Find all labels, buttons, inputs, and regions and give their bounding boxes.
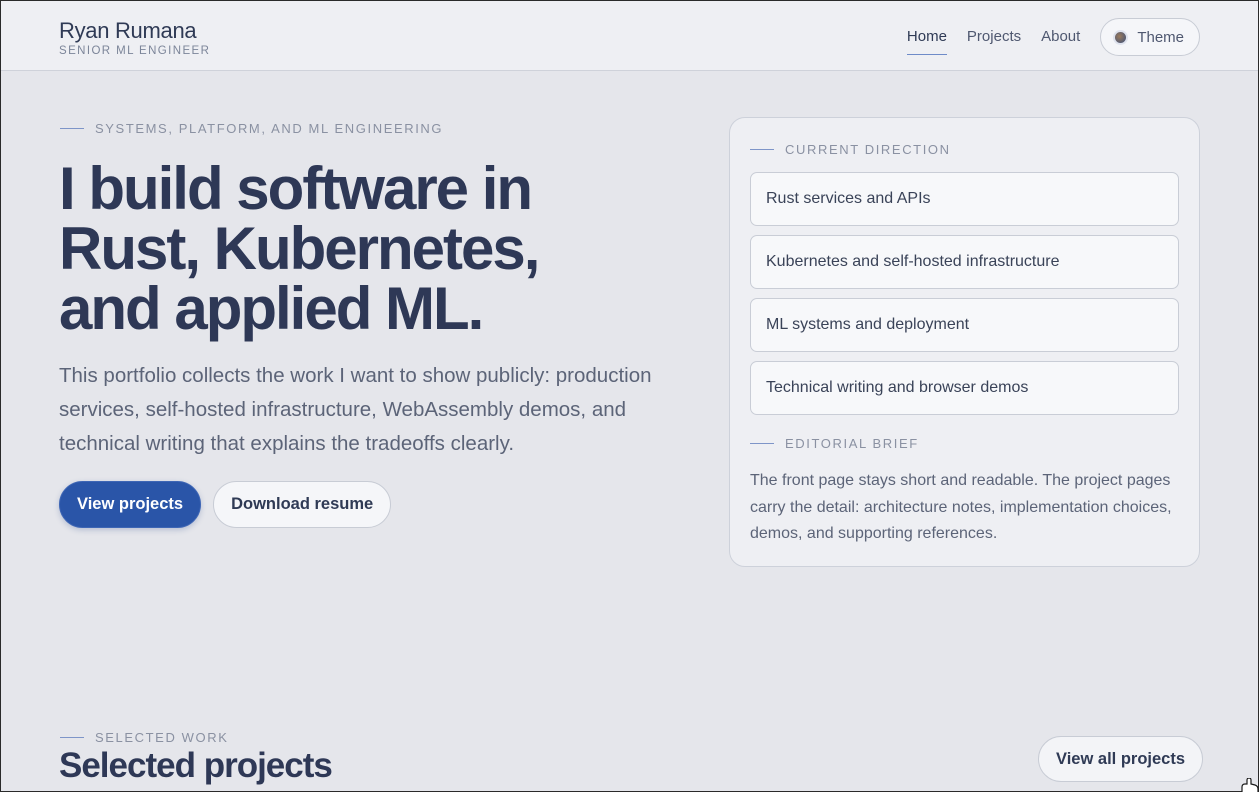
editorial-brief-text: The front page stays short and readable.… xyxy=(750,472,1172,542)
editorial-brief-eyebrow: EDITORIAL BRIEF xyxy=(750,436,919,451)
brand[interactable]: Ryan Rumana SENIOR ML ENGINEER xyxy=(59,19,210,58)
nav-projects[interactable]: Projects xyxy=(967,18,1021,56)
hero-title-line-1: I build software in xyxy=(59,155,533,222)
direction-panel: CURRENT DIRECTION Rust services and APIs… xyxy=(729,117,1200,567)
current-direction-label: CURRENT DIRECTION xyxy=(785,142,951,157)
hero-title-line-2: Rust, Kubernetes, xyxy=(59,215,540,282)
view-all-projects-button[interactable]: View all projects xyxy=(1038,736,1204,782)
selected-work-eyebrow: SELECTED WORK xyxy=(60,730,228,745)
direction-item: Rust services and APIs xyxy=(750,172,1179,226)
editorial-brief-label: EDITORIAL BRIEF xyxy=(785,436,919,451)
eyebrow-line xyxy=(750,149,774,150)
theme-toggle-button[interactable]: Theme xyxy=(1100,18,1200,56)
nav-home[interactable]: Home xyxy=(906,18,947,56)
nav-about[interactable]: About xyxy=(1041,18,1080,56)
main-nav: Home Projects About Theme xyxy=(906,18,1200,56)
direction-item: ML systems and deployment xyxy=(750,298,1179,352)
site-header: Ryan Rumana SENIOR ML ENGINEER Home Proj… xyxy=(1,1,1258,71)
current-direction-eyebrow: CURRENT DIRECTION xyxy=(750,142,951,157)
direction-item: Kubernetes and self-hosted infrastructur… xyxy=(750,235,1179,289)
selected-work-label: SELECTED WORK xyxy=(95,730,229,745)
hero-title-line-3: and applied ML. xyxy=(59,275,484,342)
direction-list: Rust services and APIs Kubernetes and se… xyxy=(750,172,1179,424)
view-projects-button[interactable]: View projects xyxy=(59,481,202,528)
hero-actions: View projects Download resume xyxy=(59,481,392,528)
brand-name: Ryan Rumana xyxy=(59,18,197,43)
download-resume-button[interactable]: Download resume xyxy=(213,481,392,528)
eyebrow-line xyxy=(60,737,84,738)
hero-eyebrow-text: SYSTEMS, PLATFORM, AND ML ENGINEERING xyxy=(95,121,444,136)
brand-subtitle: SENIOR ML ENGINEER xyxy=(59,45,211,57)
hand-cursor-icon xyxy=(1241,778,1259,792)
hero-title: I build software in Rust, Kubernetes, an… xyxy=(59,159,699,339)
direction-item: Technical writing and browser demos xyxy=(750,361,1179,415)
hero-eyebrow: SYSTEMS, PLATFORM, AND ML ENGINEERING xyxy=(60,121,443,136)
eyebrow-line xyxy=(750,443,774,444)
hero-description: This portfolio collects the work I want … xyxy=(59,364,652,455)
theme-label: Theme xyxy=(1137,28,1184,46)
theme-dot-icon xyxy=(1113,29,1129,45)
eyebrow-line xyxy=(60,128,84,129)
selected-projects-title: Selected projects xyxy=(59,746,333,785)
